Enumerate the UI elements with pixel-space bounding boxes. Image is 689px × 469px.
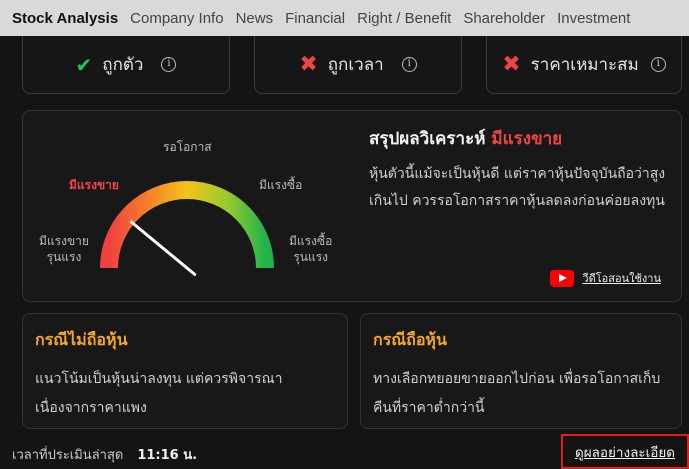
info-icon[interactable]: i: [650, 57, 666, 72]
cross-icon: ✖: [299, 52, 318, 77]
summary-title: สรุปผลวิเคราะห์ มีแรงขาย: [369, 129, 563, 149]
status-label: ถูกเวลา: [327, 55, 384, 75]
gauge-label-buying: มีแรงซื้อ: [259, 178, 303, 192]
youtube-play-icon: [550, 269, 575, 287]
status-label: ราคาเหมาะสม: [530, 55, 639, 75]
tutorial-video-link[interactable]: วีดีโอสอนใช้งาน: [550, 269, 661, 287]
analysis-summary-card: รอโอกาส มีแรงขาย มีแรงซื้อ มีแรงขาย รุนแ…: [22, 110, 682, 302]
info-icon[interactable]: i: [161, 57, 177, 72]
tab-financial[interactable]: Financial: [285, 10, 345, 27]
gauge-arc: [100, 181, 274, 269]
case-title: กรณีไม่ถือหุ้น: [35, 330, 128, 349]
tab-bar: Stock Analysis Company Info News Financi…: [0, 0, 689, 36]
case-title: กรณีถือหุ้น: [373, 330, 447, 349]
gauge-needle: [130, 220, 197, 276]
gauge-label-wait: รอโอกาส: [163, 140, 212, 154]
case-text: แนวโน้มเป็นหุ้นน่าลงทุน แต่ควรพิจารณาเนื…: [35, 371, 283, 416]
gauge-label-strong-buying: มีแรงซื้อ รุนแรง: [289, 234, 333, 264]
info-icon[interactable]: i: [401, 57, 417, 72]
status-card-correct-time: ✖ ถูกเวลา i: [254, 36, 462, 94]
case-card-not-holding: กรณีไม่ถือหุ้น แนวโน้มเป็นหุ้นน่าลงทุน แ…: [22, 313, 348, 429]
case-card-holding: กรณีถือหุ้น ทางเลือกทยอยขายออกไปก่อน เพื…: [360, 313, 682, 429]
summary-text: หุ้นตัวนี้แม้จะเป็นหุ้นดี แต่ราคาหุ้นปัจ…: [369, 166, 666, 209]
tab-investment[interactable]: Investment: [557, 10, 630, 27]
check-icon: ✔: [75, 52, 93, 77]
verdict-badge: มีแรงขาย: [491, 129, 563, 149]
status-card-fair-price: ✖ ราคาเหมาะสม i: [486, 36, 682, 94]
tab-shareholder[interactable]: Shareholder: [463, 10, 545, 27]
view-details-link[interactable]: ดูผลอย่างละเอียด: [561, 434, 689, 469]
tutorial-video-label[interactable]: วีดีโอสอนใช้งาน: [582, 269, 661, 287]
status-card-correct-stock: ✔ ถูกตัว i: [22, 36, 230, 94]
status-label: ถูกตัว: [102, 55, 144, 75]
last-evaluated-time: 11:16 น.: [137, 448, 198, 463]
tab-stock-analysis[interactable]: Stock Analysis: [12, 10, 118, 27]
last-evaluated: เวลาที่ประเมินล่าสุด 11:16 น.: [12, 444, 197, 465]
tab-company-info[interactable]: Company Info: [130, 10, 223, 27]
case-text: ทางเลือกทยอยขายออกไปก่อน เพื่อรอโอกาสเก็…: [373, 371, 661, 416]
last-evaluated-label: เวลาที่ประเมินล่าสุด: [12, 448, 124, 463]
cross-icon: ✖: [502, 52, 521, 77]
gauge-label-strong-selling: มีแรงขาย รุนแรง: [39, 234, 89, 264]
sentiment-gauge: รอโอกาส มีแรงขาย มีแรงซื้อ มีแรงขาย รุนแ…: [23, 111, 363, 303]
gauge-label-selling: มีแรงขาย: [69, 178, 119, 192]
tab-news[interactable]: News: [236, 10, 274, 27]
tab-right-benefit[interactable]: Right / Benefit: [357, 10, 451, 27]
